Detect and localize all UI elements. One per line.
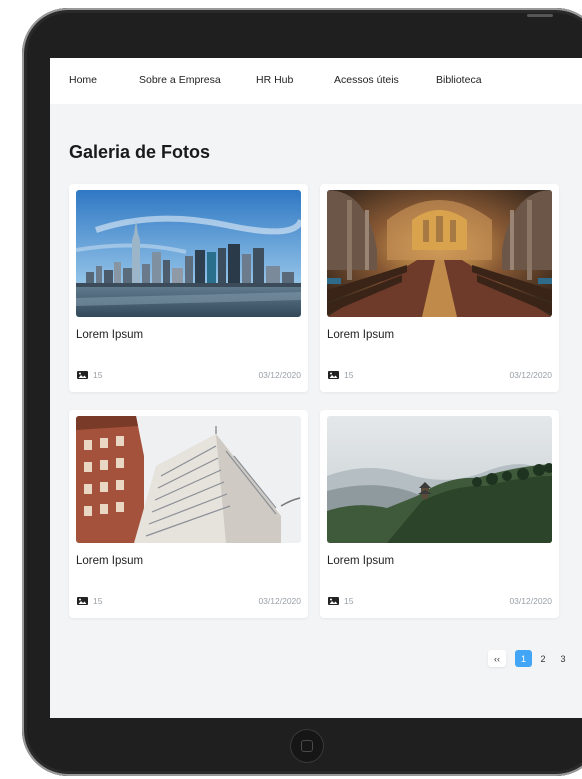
image-icon [77, 371, 88, 379]
tablet-side-button [527, 14, 553, 17]
photo-count: 15 [93, 370, 103, 380]
gallery-card[interactable]: Lorem Ipsum 15 03/12/2020 [320, 184, 559, 392]
gallery-card-title: Lorem Ipsum [327, 329, 395, 341]
screen: Home Sobre a Empresa HR Hub Acessos útei… [50, 58, 582, 718]
pagination-prev-button[interactable]: ‹‹ [488, 650, 506, 667]
pagination-page-3[interactable]: 3 [556, 650, 570, 667]
gallery-card-image[interactable] [327, 416, 552, 543]
photo-count: 15 [93, 596, 103, 606]
gallery-card-title: Lorem Ipsum [76, 329, 144, 341]
gallery-card-title: Lorem Ipsum [76, 555, 144, 567]
nav-item-biblioteca[interactable]: Biblioteca [436, 74, 482, 86]
gallery-card-date: 03/12/2020 [258, 596, 301, 606]
nav-item-home[interactable]: Home [69, 74, 97, 86]
gallery-card[interactable]: Lorem Ipsum 15 03/12/2020 [69, 410, 308, 618]
photo-count: 15 [344, 370, 354, 380]
gallery-card-date: 03/12/2020 [509, 596, 552, 606]
tablet-home-button [290, 729, 324, 763]
image-icon [328, 597, 339, 605]
image-icon [77, 597, 88, 605]
gallery-card-title: Lorem Ipsum [327, 555, 395, 567]
nav-item-sobre-a-empresa[interactable]: Sobre a Empresa [139, 74, 221, 86]
gallery-card-image[interactable] [76, 416, 301, 543]
photo-count: 15 [344, 596, 354, 606]
nav-item-hr-hub[interactable]: HR Hub [256, 74, 293, 86]
pagination-page-1[interactable]: 1 [515, 650, 532, 667]
gallery-card[interactable]: Lorem Ipsum 15 03/12/2020 [320, 410, 559, 618]
gallery-card-date: 03/12/2020 [258, 370, 301, 380]
gallery-card-date: 03/12/2020 [509, 370, 552, 380]
image-icon [328, 371, 339, 379]
pagination-page-2[interactable]: 2 [536, 650, 550, 667]
nav-item-acessos-uteis[interactable]: Acessos úteis [334, 74, 399, 86]
gallery-card-image[interactable] [327, 190, 552, 317]
page-title: Galeria de Fotos [69, 142, 211, 162]
gallery-card[interactable]: Lorem Ipsum 15 03/12/2020 [69, 184, 308, 392]
gallery-card-image[interactable] [76, 190, 301, 317]
top-navigation: Home Sobre a Empresa HR Hub Acessos útei… [50, 58, 582, 104]
